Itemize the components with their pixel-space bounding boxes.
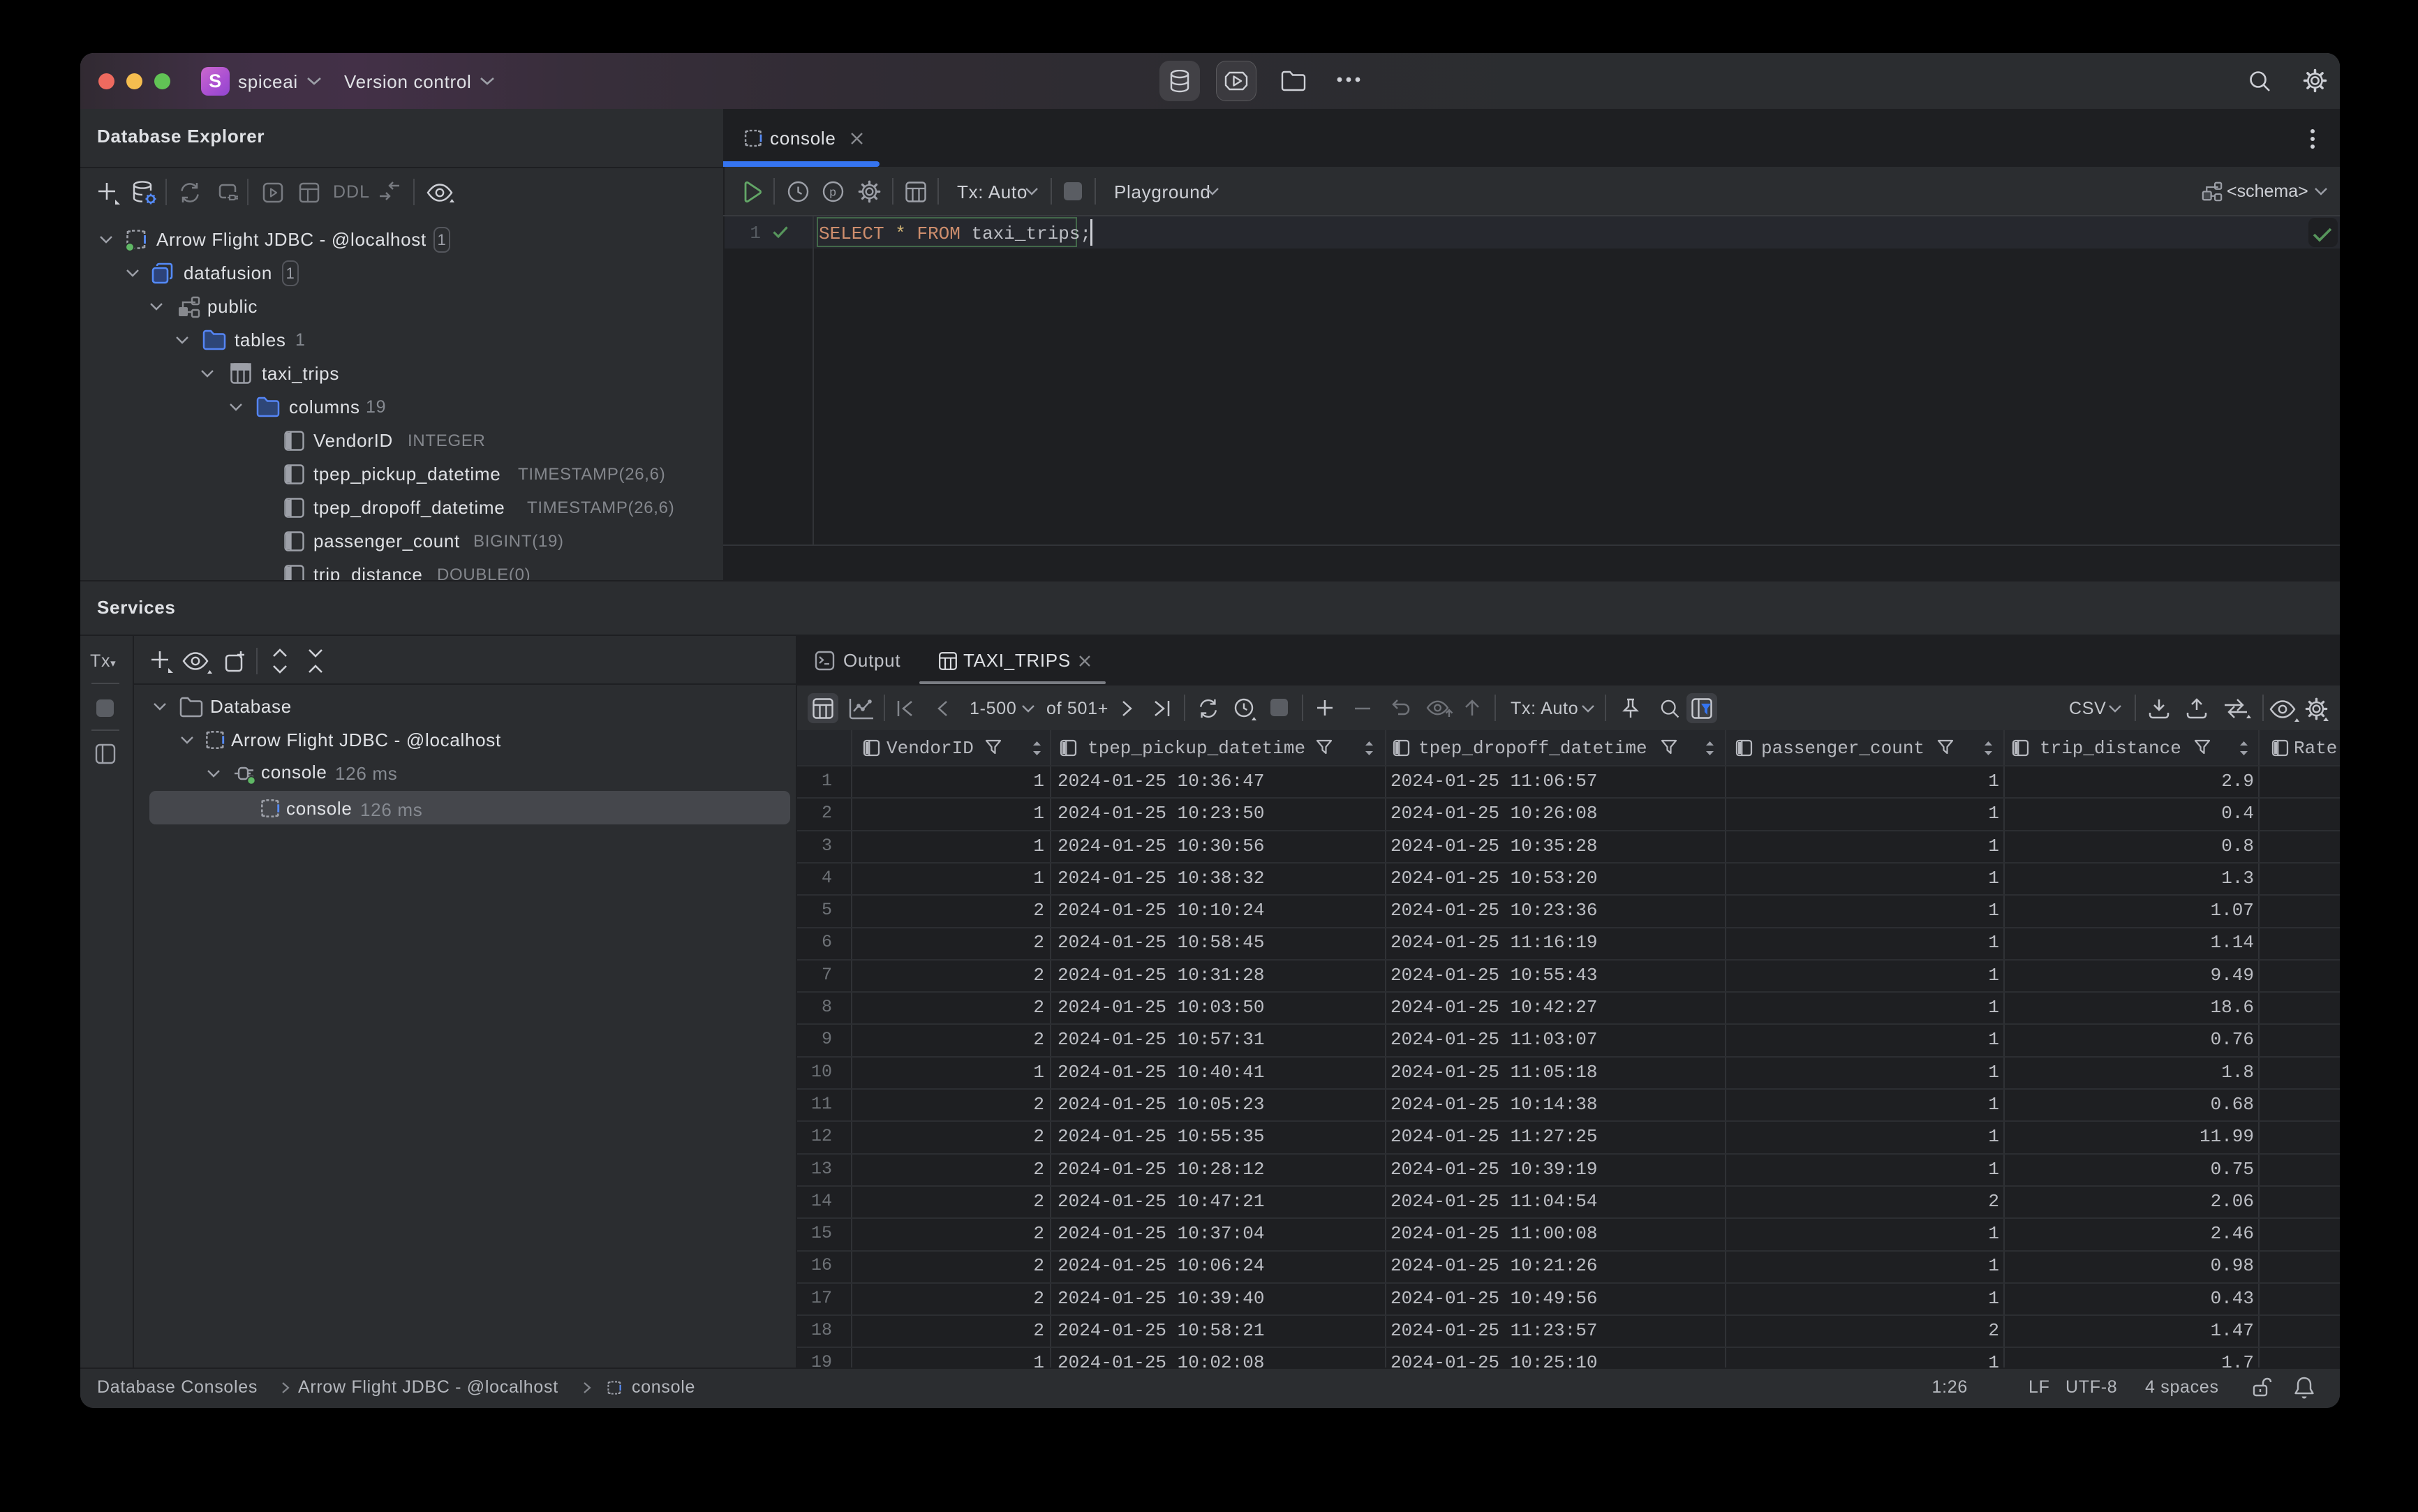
svg-text:p: p	[829, 186, 836, 199]
